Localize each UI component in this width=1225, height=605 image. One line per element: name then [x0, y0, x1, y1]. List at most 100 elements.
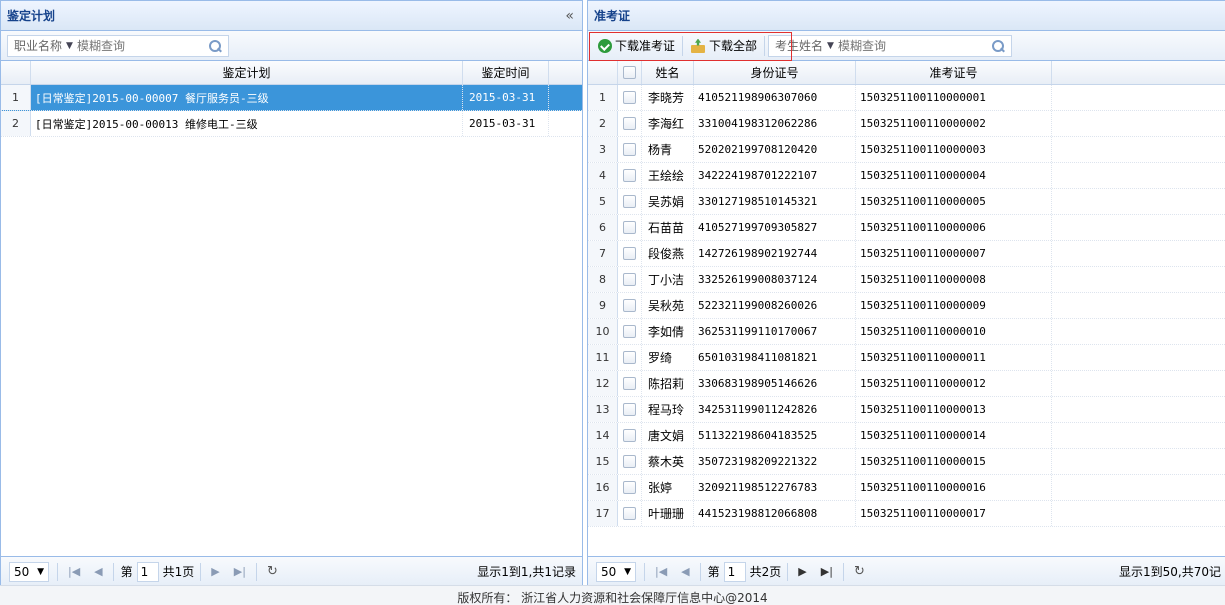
row-checkbox[interactable]: [623, 325, 636, 338]
row-checkbox[interactable]: [623, 351, 636, 364]
row-checkbox-cell[interactable]: [618, 293, 642, 318]
column-header-id[interactable]: 身份证号: [694, 61, 856, 84]
row-checkbox[interactable]: [623, 377, 636, 390]
prev-page-icon[interactable]: ◀: [681, 565, 689, 578]
name-cell: 罗绮: [642, 345, 694, 370]
row-checkbox[interactable]: [623, 247, 636, 260]
name-cell: 石苗苗: [642, 215, 694, 240]
row-checkbox[interactable]: [623, 195, 636, 208]
row-checkbox-cell[interactable]: [618, 85, 642, 110]
candidate-row[interactable]: 4 王绘绘 342224198701222107 150325110011000000…: [588, 163, 1225, 189]
page-size-select[interactable]: 50 ▼: [9, 561, 49, 582]
ticket-search-field-select[interactable]: 考生姓名: [769, 37, 827, 54]
row-checkbox[interactable]: [623, 143, 636, 156]
candidate-row[interactable]: 17 叶珊珊 441523198812066808 15032511001100000…: [588, 501, 1225, 527]
candidate-row[interactable]: 5 吴苏娟 330127198510145321 150325110011000000…: [588, 189, 1225, 215]
candidate-row[interactable]: 6 石苗苗 410527199709305827 150325110011000000…: [588, 215, 1225, 241]
id-number-cell: 332526199008037124: [694, 267, 856, 292]
select-all-checkbox[interactable]: [623, 66, 636, 79]
pager-separator: [699, 562, 701, 581]
row-checkbox[interactable]: [623, 481, 636, 494]
search-icon[interactable]: [991, 39, 1005, 53]
page-number-input[interactable]: 1: [136, 561, 159, 582]
row-checkbox[interactable]: [623, 455, 636, 468]
download-ticket-button[interactable]: 下载准考证: [594, 34, 679, 58]
candidate-row[interactable]: 8 丁小洁 332526199008037124 150325110011000000…: [588, 267, 1225, 293]
row-checkbox-cell[interactable]: [618, 371, 642, 396]
row-checkbox[interactable]: [623, 273, 636, 286]
candidate-row[interactable]: 10 李如倩 362531199110170067 15032511001100000…: [588, 319, 1225, 345]
candidate-row[interactable]: 13 程马玲 342531199011242826 15032511001100000…: [588, 397, 1225, 423]
ticket-search-input[interactable]: [837, 38, 938, 53]
row-checkbox-cell[interactable]: [618, 449, 642, 474]
candidate-row[interactable]: 14 唐文娟 511322198604183525 15032511001100000…: [588, 423, 1225, 449]
row-checkbox[interactable]: [623, 299, 636, 312]
candidate-row[interactable]: 12 陈招莉 330683198905146626 15032511001100000…: [588, 371, 1225, 397]
candidate-row[interactable]: 1 李晓芳 410521198906307060 150325110011000000…: [588, 85, 1225, 111]
page-size-select[interactable]: 50 ▼: [596, 561, 636, 582]
column-header-plan[interactable]: 鉴定计划: [31, 61, 463, 84]
next-page-icon[interactable]: ▶: [211, 565, 219, 578]
plan-row[interactable]: 1 [日常鉴定]2015-00-00007 餐厅服务员-三级 2015-03-3…: [1, 85, 582, 111]
ticket-number-cell: 1503251100110000005: [856, 189, 1052, 214]
footer-copyright: 版权所有： 浙江省人力资源和社会保障厅信息中心@2014: [0, 585, 1225, 605]
plan-search-field-select[interactable]: 职业名称: [8, 37, 66, 54]
last-page-icon[interactable]: ▶|: [234, 565, 246, 578]
refresh-icon[interactable]: ↻: [854, 564, 865, 579]
chevron-down-icon[interactable]: ▼: [66, 41, 77, 51]
row-checkbox[interactable]: [623, 507, 636, 520]
first-page-icon[interactable]: |◀: [655, 565, 667, 578]
toolbar-separator: [682, 35, 684, 56]
candidate-row[interactable]: 7 段俊燕 142726198902192744 150325110011000000…: [588, 241, 1225, 267]
column-header-ticket[interactable]: 准考证号: [856, 61, 1052, 84]
row-checkbox-cell[interactable]: [618, 501, 642, 526]
row-checkbox-cell[interactable]: [618, 345, 642, 370]
ticket-number-cell: 1503251100110000012: [856, 371, 1052, 396]
ticket-number-cell: 1503251100110000007: [856, 241, 1052, 266]
row-checkbox-cell[interactable]: [618, 215, 642, 240]
row-checkbox-cell[interactable]: [618, 137, 642, 162]
row-checkbox-cell[interactable]: [618, 475, 642, 500]
next-page-icon[interactable]: ▶: [798, 565, 806, 578]
refresh-icon[interactable]: ↻: [267, 564, 278, 579]
row-checkbox-cell[interactable]: [618, 397, 642, 422]
last-page-icon[interactable]: ▶|: [821, 565, 833, 578]
row-checkbox-cell[interactable]: [618, 241, 642, 266]
download-all-label: 下载全部: [709, 39, 758, 53]
select-all-checkbox-cell[interactable]: [618, 61, 642, 84]
page-number-input[interactable]: 1: [723, 561, 746, 582]
row-checkbox-cell[interactable]: [618, 319, 642, 344]
rownum-header: [1, 61, 31, 84]
candidate-row[interactable]: 15 蔡木英 350723198209221322 15032511001100000…: [588, 449, 1225, 475]
candidate-row[interactable]: 2 李海红 331004198312062286 150325110011000000…: [588, 111, 1225, 137]
row-checkbox-cell[interactable]: [618, 267, 642, 292]
plan-search-input[interactable]: [76, 38, 177, 53]
row-checkbox-cell[interactable]: [618, 423, 642, 448]
row-checkbox[interactable]: [623, 429, 636, 442]
chevron-down-icon[interactable]: ▼: [827, 41, 838, 51]
column-header-date[interactable]: 鉴定时间: [463, 61, 549, 84]
candidate-row[interactable]: 9 吴秋苑 522321199008260026 150325110011000000…: [588, 293, 1225, 319]
first-page-icon[interactable]: |◀: [68, 565, 80, 578]
page-size-value: 50: [14, 564, 30, 579]
row-checkbox-cell[interactable]: [618, 189, 642, 214]
row-checkbox[interactable]: [623, 403, 636, 416]
candidate-row[interactable]: 3 杨青 520202199708120420 1503251100110000003: [588, 137, 1225, 163]
prev-page-icon[interactable]: ◀: [94, 565, 102, 578]
row-checkbox[interactable]: [623, 117, 636, 130]
candidate-row[interactable]: 11 罗绮 650103198411081821 150325110011000001…: [588, 345, 1225, 371]
name-cell: 程马玲: [642, 397, 694, 422]
row-checkbox[interactable]: [623, 221, 636, 234]
row-checkbox[interactable]: [623, 91, 636, 104]
ticket-number-cell: 1503251100110000011: [856, 345, 1052, 370]
search-icon[interactable]: [208, 39, 222, 53]
column-header-name[interactable]: 姓名: [642, 61, 694, 84]
id-number-cell: 520202199708120420: [694, 137, 856, 162]
row-checkbox-cell[interactable]: [618, 111, 642, 136]
collapse-panel-button[interactable]: «: [565, 8, 574, 24]
download-all-button[interactable]: 下载全部: [686, 34, 761, 58]
row-checkbox[interactable]: [623, 169, 636, 182]
row-checkbox-cell[interactable]: [618, 163, 642, 188]
plan-row[interactable]: 2 [日常鉴定]2015-00-00013 维修电工-三级 2015-03-31: [1, 111, 582, 137]
candidate-row[interactable]: 16 张婷 320921198512276783 150325110011000001…: [588, 475, 1225, 501]
